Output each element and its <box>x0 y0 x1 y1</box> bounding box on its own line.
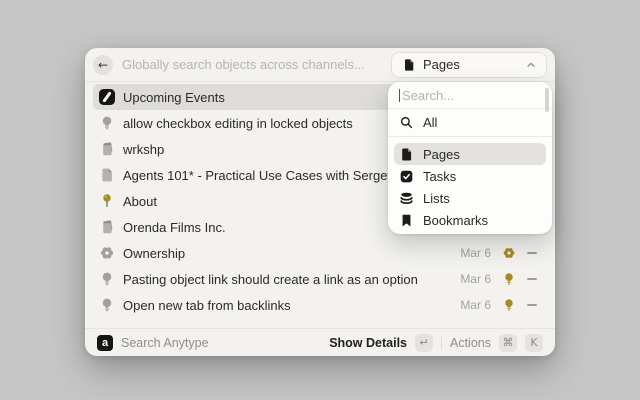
back-button[interactable]: ← <box>93 55 113 75</box>
bulb-gray-icon <box>99 297 115 313</box>
dropdown-type-list: Pages Tasks Lists Bookmarks <box>388 137 552 235</box>
actions-button[interactable]: Actions <box>450 336 491 350</box>
docs-gray-icon <box>99 219 115 235</box>
page-icon <box>399 147 414 162</box>
flower-yellow-icon <box>502 246 516 260</box>
global-search-input[interactable]: Globally search objects across channels.… <box>122 57 391 72</box>
result-meta: Mar 6 <box>460 246 541 260</box>
last-modified-date: Mar 6 <box>460 272 491 286</box>
result-title: Ownership <box>123 246 460 261</box>
type-filter-label: Pages <box>423 57 519 72</box>
anytype-logo-icon: a <box>97 335 113 351</box>
cmd-keycap: ⌘ <box>499 334 517 352</box>
upcoming-events-icon <box>99 89 115 105</box>
text-cursor <box>399 89 400 102</box>
dropdown-item-lists[interactable]: Lists <box>394 187 546 209</box>
result-title: Open new tab from backlinks <box>123 298 460 313</box>
last-modified-date: Mar 6 <box>460 298 491 312</box>
last-modified-date: Mar 6 <box>460 246 491 260</box>
dialog-footer: a Search Anytype Show Details ↵ Actions … <box>85 328 555 356</box>
k-keycap: K <box>525 334 543 352</box>
type-filter-button[interactable]: Pages <box>391 52 547 78</box>
dropdown-item-label: All <box>423 115 437 130</box>
footer-divider <box>441 337 442 349</box>
enter-keycap: ↵ <box>415 334 433 352</box>
dropdown-item-label: Lists <box>423 191 450 206</box>
dropdown-item-bookmarks[interactable]: Bookmarks <box>394 209 546 231</box>
dropdown-item-label: Bookmarks <box>423 213 488 228</box>
search-header: ← Globally search objects across channel… <box>85 48 555 82</box>
search-icon <box>399 115 414 130</box>
docs-gray-icon <box>99 141 115 157</box>
dropdown-item-all[interactable]: All <box>388 109 552 137</box>
task-icon <box>399 169 414 184</box>
search-result-row[interactable]: Open new tab from backlinks Mar 6 <box>93 292 547 318</box>
show-details-button[interactable]: Show Details <box>329 336 407 350</box>
desktop-background: ← Globally search objects across channel… <box>0 0 640 400</box>
dash-icon <box>527 252 537 254</box>
flower-gray-icon <box>99 245 115 261</box>
list-icon <box>399 191 414 206</box>
result-meta: Mar 6 <box>460 272 541 286</box>
result-title: Pasting object link should create a link… <box>123 272 460 287</box>
type-filter-dropdown: Search... All Pages Tasks Lists Bookmark… <box>388 82 552 234</box>
bulb-yellow-icon <box>502 272 516 286</box>
result-meta: Mar 6 <box>460 298 541 312</box>
dropdown-scrollbar[interactable] <box>545 88 549 112</box>
arrow-left-icon: ← <box>98 58 108 72</box>
dropdown-item-tasks[interactable]: Tasks <box>394 165 546 187</box>
dash-icon <box>527 304 537 306</box>
page-icon <box>402 58 416 72</box>
page-gray-icon <box>99 167 115 183</box>
dropdown-search-input[interactable]: Search... <box>402 88 454 103</box>
search-result-row[interactable]: Pasting object link should create a link… <box>93 266 547 292</box>
dropdown-item-label: Tasks <box>423 169 456 184</box>
bookmark-icon <box>399 213 414 228</box>
dropdown-search-row[interactable]: Search... <box>388 82 552 109</box>
search-result-row[interactable]: Ownership Mar 6 <box>93 240 547 266</box>
pin-yellow-icon <box>99 193 115 209</box>
footer-app-label: Search Anytype <box>121 336 329 350</box>
chevron-up-icon <box>526 60 536 70</box>
dropdown-item-label: Pages <box>423 147 460 162</box>
bulb-yellow-icon <box>502 298 516 312</box>
dropdown-item-pages[interactable]: Pages <box>394 143 546 165</box>
bulb-gray-icon <box>99 271 115 287</box>
bulb-gray-icon <box>99 115 115 131</box>
dash-icon <box>527 278 537 280</box>
